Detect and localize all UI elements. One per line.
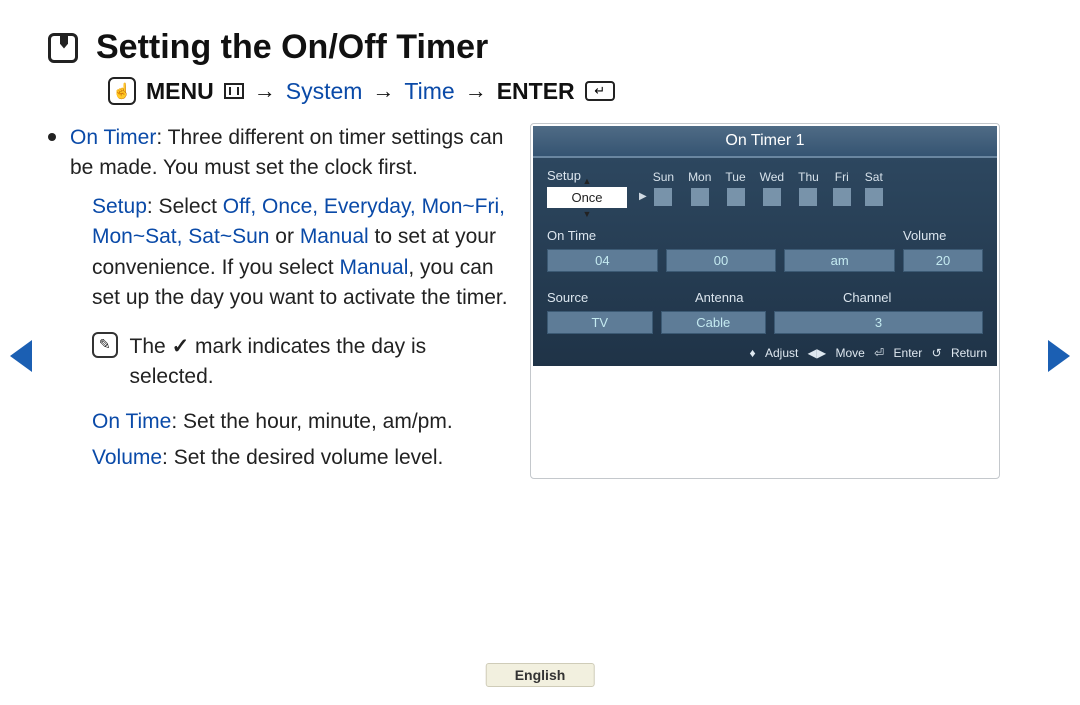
arrow-icon: → bbox=[254, 78, 276, 104]
arrow-icon: → bbox=[465, 78, 487, 104]
volume-label: Volume bbox=[92, 446, 162, 469]
menu-label: MENU bbox=[146, 78, 214, 105]
note-text: The ✓ mark indicates the day is selected… bbox=[130, 332, 508, 393]
menu-icon bbox=[224, 83, 244, 99]
day-checkbox[interactable] bbox=[763, 188, 781, 206]
enter-icon: ↵ bbox=[585, 81, 615, 101]
panel-footer: ♦ Adjust ◀▶ Move ⏎ Enter ↺ Return bbox=[533, 342, 997, 366]
day-checkbox[interactable] bbox=[833, 188, 851, 206]
setup-or: or bbox=[269, 225, 299, 248]
hand-icon: ☝ bbox=[108, 77, 136, 105]
ampm-field[interactable]: am bbox=[784, 249, 895, 272]
prev-page-arrow[interactable] bbox=[10, 340, 32, 372]
hour-field[interactable]: 04 bbox=[547, 249, 658, 272]
next-page-arrow[interactable] bbox=[1048, 340, 1070, 372]
day-label: Sun bbox=[653, 170, 674, 184]
breadcrumb-time: Time bbox=[404, 78, 454, 105]
page-title: Setting the On/Off Timer bbox=[96, 28, 488, 67]
setup-select[interactable]: Once bbox=[547, 187, 627, 208]
day-checkbox[interactable] bbox=[865, 188, 883, 206]
day-checkbox[interactable] bbox=[799, 188, 817, 206]
day-checkbox[interactable] bbox=[654, 188, 672, 206]
breadcrumb-system: System bbox=[286, 78, 363, 105]
setup-manual: Manual bbox=[300, 225, 369, 248]
day-label: Sat bbox=[865, 170, 883, 184]
timer-panel: On Timer 1 Setup Once ▶ Sun Mon Tue Wed bbox=[530, 123, 1000, 479]
day-checkbox[interactable] bbox=[691, 188, 709, 206]
enter-hint: ⏎ Enter bbox=[874, 346, 922, 360]
on-timer-label: On Timer bbox=[70, 126, 156, 149]
panel-antenna-label: Antenna bbox=[695, 290, 835, 305]
return-hint: ↺ Return bbox=[932, 346, 987, 360]
setup-label: Setup bbox=[92, 195, 147, 218]
on-time-desc: : Set the hour, minute, am/pm. bbox=[171, 410, 452, 433]
volume-field[interactable]: 20 bbox=[903, 249, 983, 272]
arrow-icon: → bbox=[372, 78, 394, 104]
note-icon: ✎ bbox=[92, 332, 118, 358]
day-checkbox[interactable] bbox=[727, 188, 745, 206]
day-selector[interactable]: Sun Mon Tue Wed Thu Fri Sat bbox=[653, 170, 883, 206]
setup-manual-2: Manual bbox=[339, 256, 408, 279]
panel-title: On Timer 1 bbox=[533, 126, 997, 158]
antenna-field[interactable]: Cable bbox=[661, 311, 767, 334]
panel-volume-label: Volume bbox=[903, 228, 983, 243]
breadcrumb: ☝ MENU → System → Time → ENTER ↵ bbox=[108, 77, 1040, 105]
day-label: Fri bbox=[835, 170, 849, 184]
day-label: Mon bbox=[688, 170, 711, 184]
bullet-icon bbox=[48, 133, 56, 141]
panel-ontime-label: On Time bbox=[547, 228, 903, 243]
language-badge: English bbox=[486, 663, 595, 687]
bookmark-icon bbox=[48, 33, 78, 63]
enter-label: ENTER bbox=[497, 78, 575, 105]
adjust-hint: ♦ Adjust bbox=[750, 346, 799, 360]
day-label: Thu bbox=[798, 170, 819, 184]
move-hint: ◀▶ Move bbox=[808, 346, 865, 360]
minute-field[interactable]: 00 bbox=[666, 249, 777, 272]
panel-source-label: Source bbox=[547, 290, 687, 305]
chevron-right-icon: ▶ bbox=[639, 191, 647, 202]
setup-desc-1: : Select bbox=[147, 195, 223, 218]
day-label: Tue bbox=[725, 170, 745, 184]
channel-field[interactable]: 3 bbox=[774, 311, 983, 334]
volume-desc: : Set the desired volume level. bbox=[162, 446, 443, 469]
on-time-label: On Time bbox=[92, 410, 171, 433]
source-field[interactable]: TV bbox=[547, 311, 653, 334]
panel-channel-label: Channel bbox=[843, 290, 983, 305]
day-label: Wed bbox=[760, 170, 784, 184]
